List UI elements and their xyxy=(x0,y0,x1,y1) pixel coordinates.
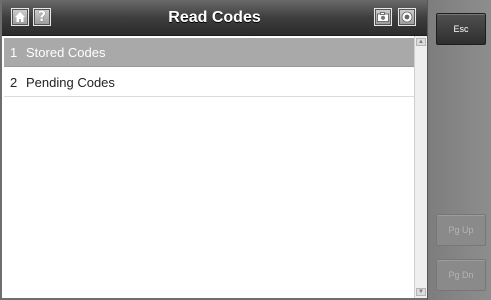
title-bar: ? Read Codes xyxy=(2,0,427,36)
side-panel: Esc Pg Up Pg Dn xyxy=(427,0,491,300)
page-up-button[interactable]: Pg Up xyxy=(436,214,486,246)
menu-list: 1 Stored Codes 2 Pending Codes xyxy=(4,38,414,298)
page-down-button[interactable]: Pg Dn xyxy=(436,259,486,291)
esc-button[interactable]: Esc xyxy=(436,13,486,45)
list-item-number: 1 xyxy=(10,44,18,60)
vertical-scrollbar[interactable]: ▲ ▼ xyxy=(414,36,427,298)
app-window: ? Read Codes 1 Stored Codes 2 Pending Co… xyxy=(0,0,491,300)
page-title: Read Codes xyxy=(168,9,261,26)
list-item-stored-codes[interactable]: 1 Stored Codes xyxy=(4,38,414,67)
scroll-up-arrow-icon[interactable]: ▲ xyxy=(416,38,426,46)
camera-icon xyxy=(377,12,389,22)
record-button[interactable] xyxy=(398,8,416,26)
scroll-down-arrow-icon[interactable]: ▼ xyxy=(416,288,426,296)
list-item-label: Pending Codes xyxy=(26,74,115,90)
list-item-number: 2 xyxy=(10,74,18,90)
screenshot-button[interactable] xyxy=(374,8,392,26)
list-item-label: Stored Codes xyxy=(26,44,106,60)
record-icon xyxy=(401,11,413,23)
list-item-pending-codes[interactable]: 2 Pending Codes xyxy=(4,68,414,97)
